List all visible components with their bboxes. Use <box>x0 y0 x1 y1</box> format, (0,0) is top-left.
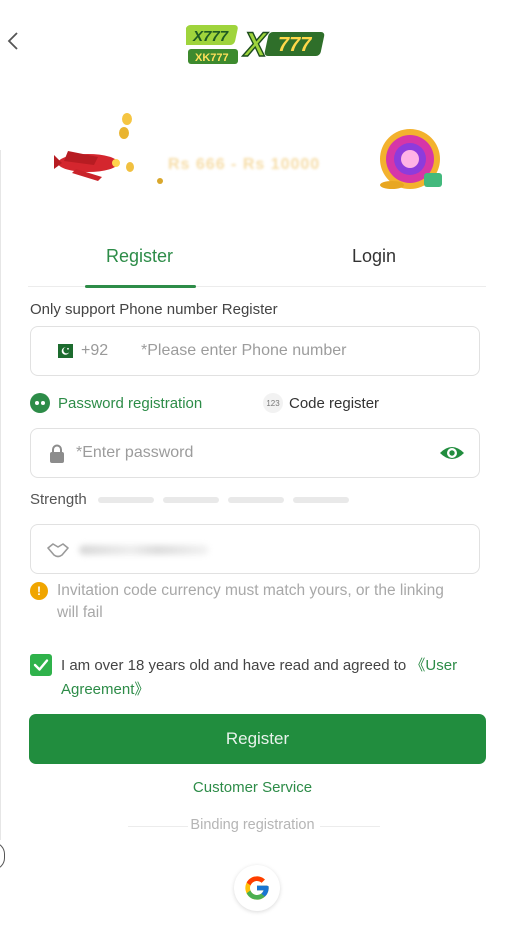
banner-amount: Rs 666 - Rs 10000 <box>168 156 321 173</box>
invitation-code-value-redacted <box>79 545 209 555</box>
logo-main-digits: 777 <box>278 34 312 56</box>
eye-icon[interactable] <box>439 443 465 463</box>
strength-label: Strength <box>30 491 87 508</box>
password-input[interactable] <box>76 442 426 464</box>
customer-service-link[interactable]: Customer Service <box>0 779 505 796</box>
pakistan-flag-icon <box>53 344 73 358</box>
warning-icon: ! <box>30 582 48 600</box>
phone-field: +92 <box>30 326 480 376</box>
register-page: X777 XK777 X 777 Rs 666 - Rs 10000 Regis… <box>0 0 505 941</box>
plane-icon <box>54 151 120 181</box>
logo-main-x: X <box>242 26 269 64</box>
code-register-label: Code register <box>289 394 380 412</box>
strength-bar <box>98 497 154 503</box>
tab-register[interactable]: Register <box>106 246 173 267</box>
code-register-option[interactable]: 123 Code register <box>263 393 379 413</box>
strength-bar <box>293 497 349 503</box>
dots-icon <box>30 393 50 413</box>
invitation-warning: ! Invitation code currency must match yo… <box>30 580 460 624</box>
google-login-button[interactable] <box>234 865 280 911</box>
lock-icon <box>50 444 64 463</box>
agreement-statement: I am over 18 years old and have read and… <box>61 657 411 674</box>
invitation-warning-text: Invitation code currency must match your… <box>57 582 444 621</box>
code-123-icon: 123 <box>263 393 283 413</box>
tab-login[interactable]: Login <box>352 246 396 267</box>
password-registration-option[interactable]: Password registration <box>30 393 202 413</box>
password-field <box>30 428 480 478</box>
logo-left-top-text: X777 <box>192 28 229 45</box>
logo-left-bottom-text: XK777 <box>195 52 229 64</box>
handshake-icon <box>47 543 69 558</box>
register-button[interactable]: Register <box>29 714 486 764</box>
check-icon <box>33 659 49 671</box>
brand-logo: X777 XK777 X 777 <box>183 18 336 75</box>
promo-banner <box>50 105 460 205</box>
edge-partial-element <box>0 842 5 870</box>
agree-checkbox[interactable] <box>30 654 52 676</box>
active-tab-underline <box>85 285 196 288</box>
roulette-wheel-icon <box>380 129 442 189</box>
auth-tabs: Register Login <box>28 240 486 288</box>
phone-prefix[interactable]: +92 <box>81 342 108 360</box>
password-registration-label: Password registration <box>58 394 203 412</box>
back-chevron-icon[interactable] <box>4 26 24 56</box>
google-icon <box>245 876 269 900</box>
invitation-code-field[interactable] <box>30 524 480 574</box>
binding-registration-label: Binding registration <box>190 817 315 833</box>
left-divider <box>0 150 1 840</box>
agreement-text: I am over 18 years old and have read and… <box>30 654 475 702</box>
phone-input[interactable] <box>141 340 461 362</box>
support-note: Only support Phone number Register <box>30 301 278 318</box>
strength-bar <box>163 497 219 503</box>
strength-bar <box>228 497 284 503</box>
agreement-row: I am over 18 years old and have read and… <box>30 654 475 702</box>
